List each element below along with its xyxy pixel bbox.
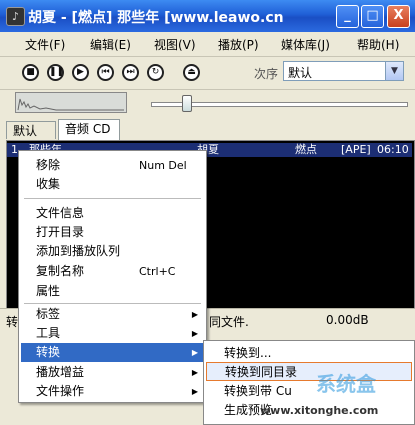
- menu-separator: [24, 303, 201, 304]
- play-icon[interactable]: ▶: [72, 64, 89, 81]
- menu-item-open-folder[interactable]: 打开目录: [21, 223, 204, 242]
- status-info: 同文件.: [209, 315, 249, 329]
- spectrum-visualizer: [15, 92, 127, 113]
- menu-separator: [24, 198, 201, 199]
- menu-file[interactable]: 文件(F): [25, 36, 65, 53]
- menu-item-shortcut: Ctrl+C: [139, 265, 176, 278]
- row-index: 1: [11, 143, 18, 156]
- menu-item-label: 文件信息: [36, 206, 85, 220]
- menu-item-label: 添加到播放队列: [36, 244, 121, 258]
- menu-library[interactable]: 媒体库(J): [281, 36, 330, 53]
- watermark-url: www.xitonghe.com: [260, 404, 379, 417]
- menu-item-label: 打开目录: [36, 225, 85, 239]
- context-menu: 移除 Num Del 收集 文件信息 打开目录 添加到播放队列 复制名称 Ctr…: [18, 150, 207, 403]
- player-window: ♪ 胡夏 - [燃点] 那些年 [www.leawo.cn _ □ X 文件(F…: [0, 0, 415, 425]
- replay-gain: 0.00dB: [326, 313, 369, 327]
- title-bar[interactable]: ♪ 胡夏 - [燃点] 那些年 [www.leawo.cn _ □ X: [0, 0, 415, 32]
- row-time: 06:10: [377, 143, 409, 156]
- menu-item-label: 播放增益: [36, 365, 85, 379]
- menu-view[interactable]: 视图(V): [154, 36, 196, 53]
- menu-bar: 文件(F) 编辑(E) 视图(V) 播放(P) 媒体库(J) 帮助(H): [0, 32, 415, 57]
- menu-item-file-info[interactable]: 文件信息: [21, 204, 204, 223]
- window-title: 胡夏 - [燃点] 那些年 [www.leawo.cn: [28, 10, 284, 26]
- row-format: [APE]: [341, 143, 371, 156]
- menu-item-file-operations[interactable]: 文件操作 ▶: [21, 382, 204, 401]
- tab-audio-cd[interactable]: 音频 CD: [58, 119, 120, 140]
- submenu-item-label: 转换到...: [224, 346, 272, 360]
- app-icon: ♪: [6, 7, 25, 26]
- order-select-value: 默认: [288, 66, 313, 80]
- menu-edit[interactable]: 编辑(E): [90, 36, 131, 53]
- menu-item-remove[interactable]: 移除 Num Del: [21, 156, 204, 175]
- menu-item-label: 复制名称: [36, 264, 85, 278]
- menu-item-label: 转换: [36, 345, 61, 359]
- menu-item-collect[interactable]: 收集: [21, 175, 204, 194]
- playback-toolbar: ■ ❚❚ ▶ ⏮ ⏭ ↻ ⏏ 次序 默认 ▼: [0, 57, 415, 90]
- order-label: 次序: [254, 67, 279, 81]
- menu-item-label: 文件操作: [36, 384, 85, 398]
- menu-item-label: 属性: [36, 284, 61, 298]
- tab-default[interactable]: 默认: [6, 121, 56, 139]
- submenu-item-convert-to[interactable]: 转换到...: [206, 344, 412, 363]
- visualization-bar: [0, 89, 415, 119]
- watermark-brand: 系统盒: [316, 372, 376, 396]
- menu-play[interactable]: 播放(P): [218, 36, 259, 53]
- menu-item-convert[interactable]: 转换 ▶: [21, 343, 204, 362]
- previous-icon[interactable]: ⏮: [97, 64, 114, 81]
- minimize-button[interactable]: _: [336, 5, 359, 28]
- maximize-button[interactable]: □: [361, 5, 384, 28]
- menu-item-shortcut: Num Del: [139, 159, 187, 172]
- menu-help[interactable]: 帮助(H): [357, 36, 399, 53]
- stop-icon[interactable]: ■: [22, 64, 39, 81]
- random-icon[interactable]: ↻: [147, 64, 164, 81]
- menu-item-tools[interactable]: 工具 ▶: [21, 324, 204, 343]
- next-icon[interactable]: ⏭: [122, 64, 139, 81]
- close-button[interactable]: X: [387, 5, 410, 28]
- status-text: 转: [6, 315, 19, 329]
- submenu-arrow-icon: ▶: [191, 348, 198, 357]
- pause-icon[interactable]: ❚❚: [47, 64, 64, 81]
- chevron-down-icon[interactable]: ▼: [385, 62, 403, 80]
- submenu-arrow-icon: ▶: [191, 310, 198, 319]
- menu-item-add-to-queue[interactable]: 添加到播放队列: [21, 242, 204, 261]
- menu-item-label: 工具: [36, 326, 61, 340]
- menu-item-properties[interactable]: 属性: [21, 282, 204, 301]
- menu-item-tags[interactable]: 标签 ▶: [21, 305, 204, 324]
- menu-item-replay-gain[interactable]: 播放增益 ▶: [21, 363, 204, 382]
- watermark: 系统盒 www.xitonghe.com: [258, 368, 415, 425]
- playlist-tabs: 默认 音频 CD: [0, 119, 415, 140]
- order-select[interactable]: 默认 ▼: [283, 61, 404, 81]
- submenu-arrow-icon: ▶: [191, 368, 198, 377]
- submenu-arrow-icon: ▶: [191, 387, 198, 396]
- menu-item-label: 收集: [36, 177, 61, 191]
- submenu-arrow-icon: ▶: [191, 329, 198, 338]
- eject-icon[interactable]: ⏏: [183, 64, 200, 81]
- menu-item-label: 移除: [36, 158, 61, 172]
- menu-item-copy-name[interactable]: 复制名称 Ctrl+C: [21, 262, 204, 281]
- seek-thumb[interactable]: [182, 95, 192, 112]
- menu-item-label: 标签: [36, 307, 61, 321]
- row-album: 燃点: [295, 143, 317, 156]
